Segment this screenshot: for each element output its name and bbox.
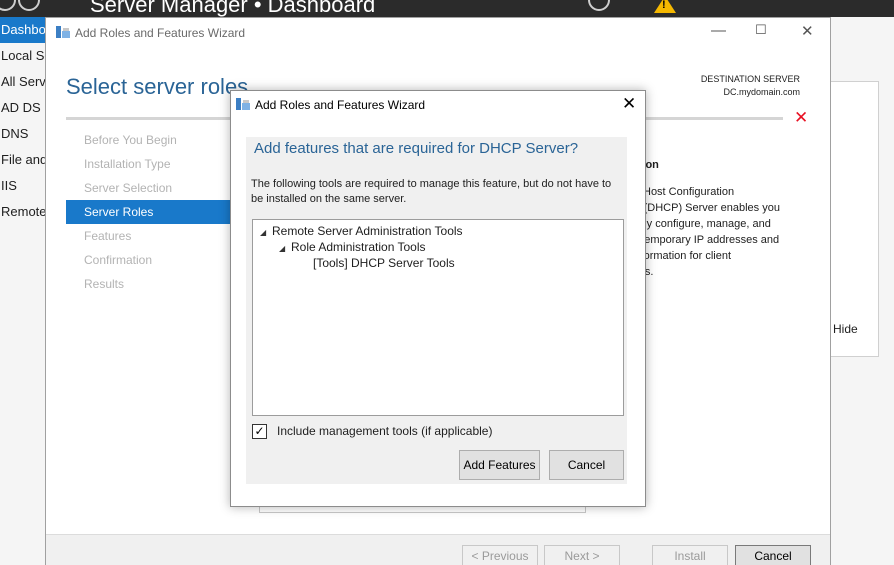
wizard-footer: < Previous Next > Install Cancel [46, 534, 830, 565]
maximize-icon[interactable]: ☐ [755, 22, 767, 38]
dialog-titlebar: Add Roles and Features Wizard ✕ [231, 91, 645, 121]
forward-arrow-icon[interactable] [18, 0, 40, 11]
include-management-tools-checkbox[interactable]: ✓ [252, 424, 267, 439]
dialog-description: The following tools are required to mana… [251, 178, 612, 205]
wizard-app-icon [56, 26, 70, 38]
tree-node-label: Role Administration Tools [291, 240, 426, 254]
tree-node[interactable]: ◢ Remote Server Administration Tools [260, 224, 463, 238]
expanded-arrow-icon[interactable]: ◢ [279, 244, 291, 253]
destination-server-name: DC.mydomain.com [723, 87, 800, 97]
destination-server-info: DESTINATION SERVER DC.mydomain.com [701, 73, 800, 99]
warning-flag-icon[interactable]: ! [654, 0, 676, 13]
dialog-body: Add features that are required for DHCP … [246, 137, 627, 484]
wizard-title: Add Roles and Features Wizard [75, 26, 246, 40]
destination-label: DESTINATION SERVER [700, 74, 800, 84]
dialog-close-icon[interactable]: ✕ [622, 94, 636, 114]
cancel-button[interactable]: Cancel [735, 545, 811, 565]
nav-item-iis[interactable]: IIS [0, 173, 46, 199]
step-before-you-begin: Before You Begin [84, 133, 177, 147]
welcome-panel [830, 81, 879, 357]
refresh-icon[interactable] [588, 0, 610, 11]
server-manager-right-area: Hide [830, 17, 894, 565]
close-icon[interactable]: ✕ [801, 22, 814, 40]
step-confirmation: Confirmation [84, 253, 153, 267]
step-features: Features [84, 229, 132, 243]
error-x-icon: ✕ [794, 108, 809, 127]
description-body: ic Host Configuration ol (DHCP) Server e… [632, 184, 832, 280]
description-line: ol (DHCP) Server enables you [632, 202, 780, 214]
nav-item-file-storage[interactable]: File and [0, 147, 46, 173]
server-manager-titlebar: Server Manager • Dashboard ! [0, 0, 894, 17]
nav-item-ad-ds[interactable]: AD DS [0, 95, 46, 121]
server-manager-title: Server Manager • Dashboard [90, 0, 376, 17]
dialog-app-icon [236, 98, 250, 110]
previous-button[interactable]: < Previous [462, 545, 538, 565]
description-line: ters. [632, 264, 832, 280]
back-arrow-icon[interactable] [0, 0, 16, 11]
minimize-icon[interactable]: — [711, 22, 726, 39]
tree-node-label: Remote Server Administration Tools [272, 224, 463, 238]
description-line: e temporary IP addresses and [632, 234, 780, 246]
include-management-tools-label: Include management tools (if applicable) [277, 424, 493, 438]
dialog-heading: Add features that are required for DHCP … [254, 140, 579, 157]
dialog-cancel-button[interactable]: Cancel [549, 450, 624, 480]
tree-node-label: [Tools] DHCP Server Tools [313, 256, 455, 270]
nav-item-remote[interactable]: Remote [0, 199, 46, 225]
dialog-title: Add Roles and Features Wizard [255, 98, 426, 112]
server-manager-nav: Dashbo Local Se All Serv AD DS DNS File … [0, 17, 46, 565]
tree-node[interactable]: [Tools] DHCP Server Tools [313, 256, 455, 270]
hide-link[interactable]: Hide [833, 322, 858, 336]
wizard-titlebar: Add Roles and Features Wizard — ☐ ✕ [46, 18, 830, 48]
install-button[interactable]: Install [652, 545, 728, 565]
step-results: Results [84, 277, 125, 291]
wizard-steps: Before You Begin Installation Type Serve… [66, 128, 232, 296]
next-button[interactable]: Next > [544, 545, 620, 565]
nav-item-local-server[interactable]: Local Se [0, 43, 46, 69]
tree-node[interactable]: ◢ Role Administration Tools [279, 240, 426, 254]
expanded-arrow-icon[interactable]: ◢ [260, 228, 272, 237]
add-features-button[interactable]: Add Features [459, 450, 540, 480]
nav-item-dashboard[interactable]: Dashbo [0, 17, 46, 43]
description-line: rally configure, manage, and [632, 218, 771, 230]
description-line: ic Host Configuration [632, 186, 735, 198]
nav-item-dns[interactable]: DNS [0, 121, 46, 147]
step-installation-type: Installation Type [84, 157, 171, 171]
add-features-dialog: Add Roles and Features Wizard ✕ Add feat… [230, 90, 646, 507]
required-features-tree: ◢ Remote Server Administration Tools ◢ Rol… [252, 219, 624, 416]
description-line: information for client [632, 250, 732, 262]
page-title: Select server roles [66, 74, 249, 99]
step-server-roles[interactable]: Server Roles [66, 200, 232, 224]
step-server-selection: Server Selection [84, 181, 173, 195]
nav-item-all-servers[interactable]: All Serv [0, 69, 46, 95]
